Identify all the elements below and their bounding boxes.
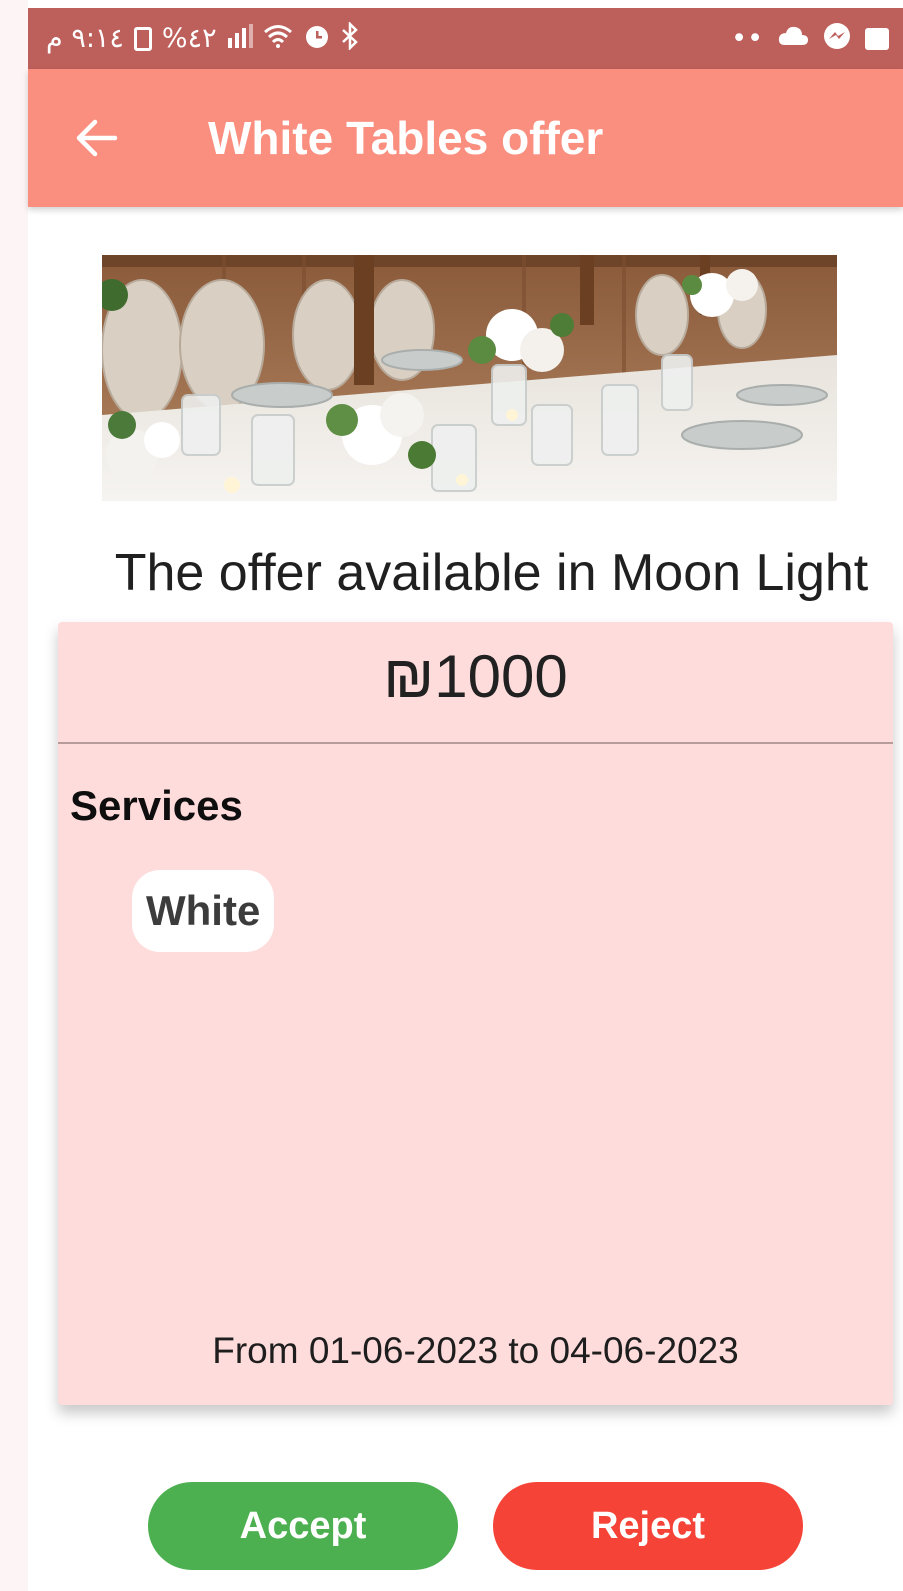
screen-edge <box>0 0 28 1591</box>
status-bar: ٩:١٤ م %٤٢ •• <box>28 8 903 69</box>
alarm-icon <box>303 22 331 55</box>
status-right-group: •• <box>731 22 889 55</box>
bluetooth-icon <box>341 20 359 55</box>
status-time: ٩:١٤ م <box>46 23 124 54</box>
app-bar: White Tables offer <box>28 69 903 207</box>
page-title: White Tables offer <box>208 112 604 164</box>
back-button[interactable] <box>72 113 122 163</box>
services-heading: Services <box>70 782 243 829</box>
offer-image <box>102 255 837 501</box>
reject-button[interactable]: Reject <box>493 1482 803 1570</box>
signal-icon <box>227 24 253 53</box>
image-icon <box>865 27 889 50</box>
service-chip: White <box>132 870 275 952</box>
messenger-icon <box>823 22 851 55</box>
offer-location-text: The offer available in Moon Light <box>114 544 869 602</box>
arrow-back-icon <box>76 119 118 157</box>
accept-button[interactable]: Accept <box>148 1482 458 1570</box>
card-divider <box>58 742 893 744</box>
cloud-icon <box>777 25 809 52</box>
status-left-group: ٩:١٤ م %٤٢ <box>46 20 359 55</box>
wifi-icon <box>263 24 293 53</box>
offer-date-range: From 01-06-2023 to 04-06-2023 <box>212 1330 739 1371</box>
offer-price: ₪1000 <box>383 643 568 710</box>
notification-dots: •• <box>731 23 763 54</box>
battery-saver-icon <box>133 26 152 51</box>
offer-card: ₪1000 Services White From 01-06-2023 to … <box>58 622 893 1405</box>
battery-level: %٤٢ <box>161 23 217 54</box>
